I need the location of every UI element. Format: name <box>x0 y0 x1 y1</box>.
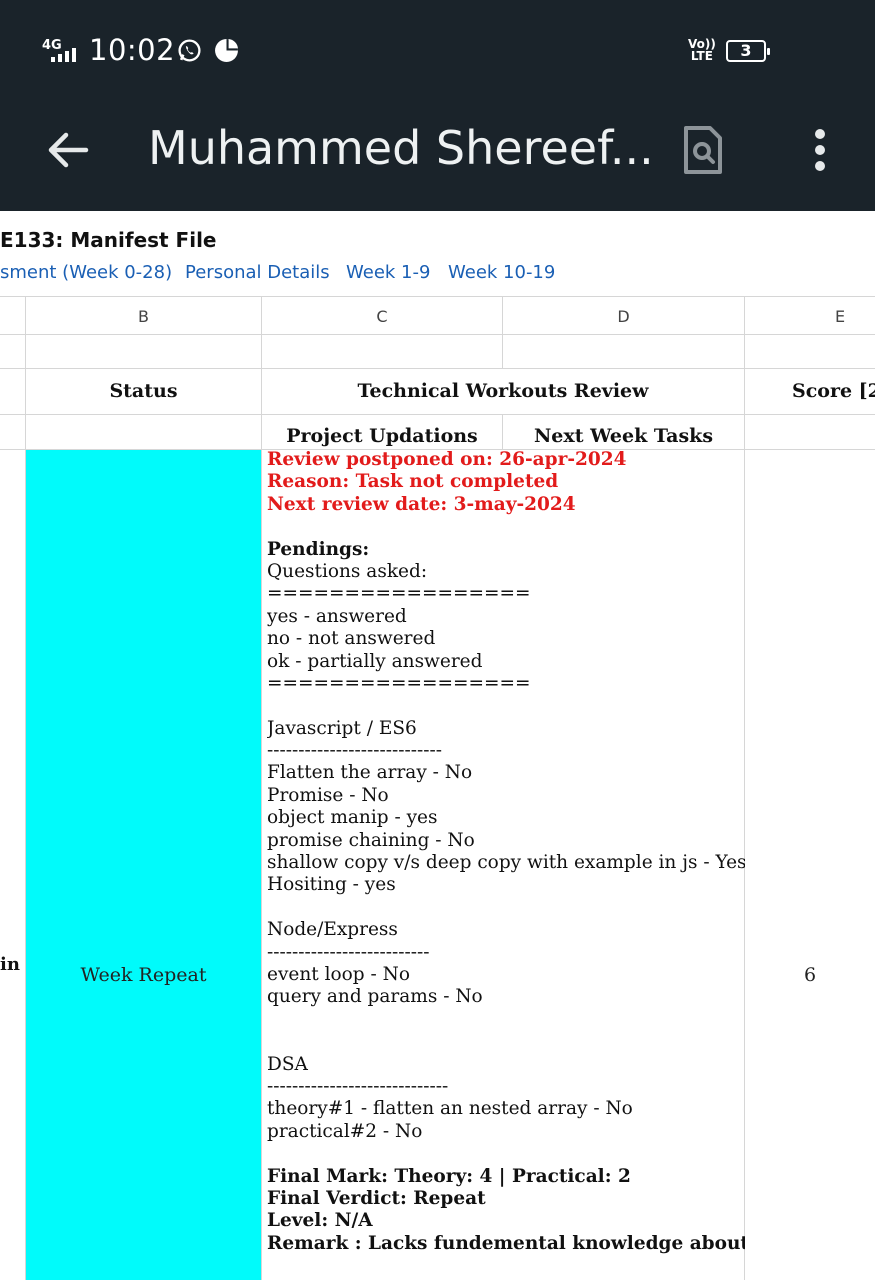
app-bar-title: Muhammed Shereef... <box>148 121 654 175</box>
whatsapp-icon <box>178 39 201 62</box>
review-line: yes - answered <box>267 605 407 627</box>
review-line: query and params - No <box>267 986 483 1008</box>
left-cut-cell-text[interactable]: in <box>0 954 20 975</box>
project-updations-header[interactable]: Project Updations <box>262 425 502 447</box>
review-line: Reason: Task not completed <box>267 471 559 493</box>
tab-assessment[interactable]: sment (Week 0-28) <box>0 262 172 283</box>
signal-icon <box>51 48 81 62</box>
review-line: DSA <box>267 1053 308 1075</box>
sheet-name: E133: Manifest File <box>0 228 217 252</box>
review-line <box>267 1009 745 1031</box>
tab-week-1-9[interactable]: Week 1-9 <box>346 262 430 283</box>
battery-icon: 3 <box>726 40 770 62</box>
review-line: Hositing - yes <box>267 874 396 896</box>
status-value: Week Repeat <box>80 964 207 986</box>
review-line: -------------------------- <box>267 941 430 963</box>
more-vert-icon[interactable] <box>810 128 830 172</box>
column-header-d[interactable]: D <box>503 307 744 326</box>
document-search-icon[interactable] <box>682 124 724 176</box>
review-line: Remark : Lacks fundemental knowledge abo… <box>267 1232 745 1254</box>
review-line: ----------------------------- <box>267 1075 449 1097</box>
review-line: Flatten the array - No <box>267 762 473 784</box>
column-header-b[interactable]: B <box>26 307 261 326</box>
pie-icon <box>215 39 238 62</box>
review-line: promise chaining - No <box>267 829 475 851</box>
review-line: event loop - No <box>267 963 410 985</box>
review-line: ================= <box>267 672 531 694</box>
review-line: theory#1 - flatten an nested array - No <box>267 1098 633 1120</box>
status-cell[interactable] <box>26 450 261 1280</box>
review-line: Level: N/A <box>267 1210 373 1232</box>
score-value[interactable]: 6 <box>745 964 875 986</box>
review-line: Promise - No <box>267 784 389 806</box>
review-line <box>267 695 745 717</box>
next-week-tasks-header[interactable]: Next Week Tasks <box>503 425 744 447</box>
review-line: Questions asked: <box>267 560 428 582</box>
column-header-e[interactable]: E <box>745 307 875 326</box>
status-time: 10:02 <box>89 33 176 67</box>
review-cell[interactable]: Review postponed on: 26-apr-2024 Reason: … <box>267 449 745 1255</box>
app-bar: 4G 10:02 Vo)) LTE 3 Muhammed Shereef... <box>0 0 875 211</box>
review-line <box>267 1031 745 1053</box>
review-line: shallow copy v/s deep copy with example … <box>267 852 745 874</box>
review-line: Pendings: <box>267 538 370 560</box>
review-line: ---------------------------- <box>267 740 443 762</box>
review-line: Node/Express <box>267 919 398 941</box>
review-line: Next review date: 3-may-2024 <box>267 493 576 515</box>
review-line: Final Mark: Theory: 4 | Practical: 2 <box>267 1165 631 1187</box>
score-header[interactable]: Score [20 <box>792 380 875 402</box>
review-line: Javascript / ES6 <box>267 717 417 739</box>
review-line: Review postponed on: 26-apr-2024 <box>267 449 627 470</box>
volte-icon: Vo)) LTE <box>688 38 716 62</box>
tab-personal-details[interactable]: Personal Details <box>185 262 330 283</box>
technical-review-header[interactable]: Technical Workouts Review <box>262 380 744 402</box>
review-line: ok - partially answered <box>267 650 483 672</box>
review-line <box>267 897 745 919</box>
review-line: Final Verdict: Repeat <box>267 1187 486 1209</box>
status-header[interactable]: Status <box>26 380 261 402</box>
review-line: practical#2 - No <box>267 1120 423 1142</box>
review-line: object manip - yes <box>267 807 438 829</box>
column-header-c[interactable]: C <box>262 307 502 326</box>
review-line: ================= <box>267 583 531 605</box>
review-line: no - not answered <box>267 628 436 650</box>
volte-bottom-label: LTE <box>690 49 713 63</box>
review-line <box>267 1143 745 1165</box>
battery-level: 3 <box>740 41 752 60</box>
review-line <box>267 516 745 538</box>
back-arrow-icon[interactable] <box>44 126 92 174</box>
tab-week-10-19[interactable]: Week 10-19 <box>448 262 555 283</box>
